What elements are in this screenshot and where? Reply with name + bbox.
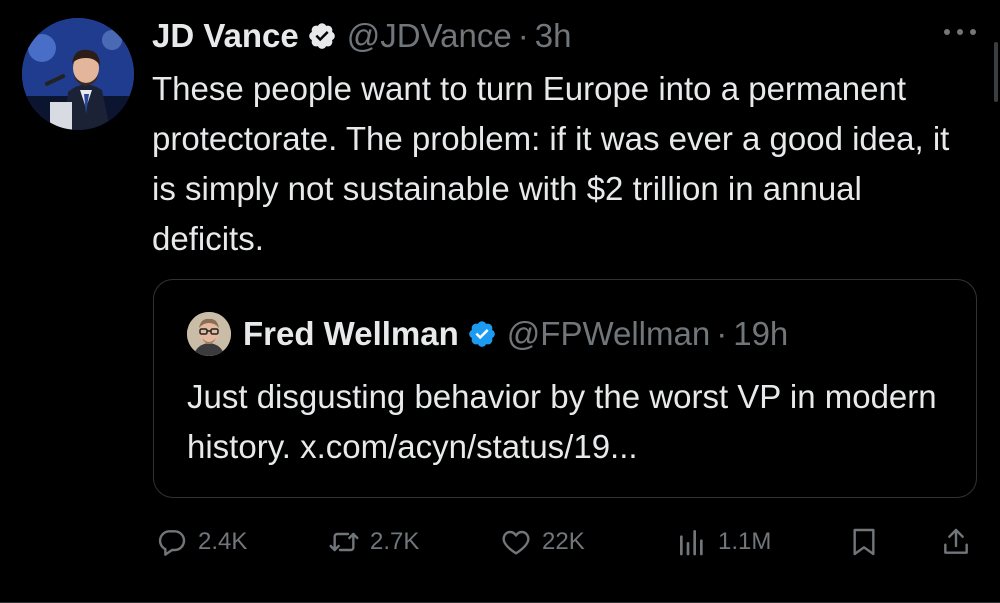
author-avatar[interactable] [22, 18, 134, 130]
bookmark-button[interactable] [848, 520, 890, 564]
heart-icon [502, 530, 530, 555]
reply-button[interactable]: 2.4K [156, 520, 247, 564]
bookmark-icon [853, 528, 875, 556]
quoted-author-handle[interactable]: @FPWellman [507, 315, 710, 353]
share-button[interactable] [940, 520, 982, 564]
more-options-icon[interactable] [944, 28, 976, 36]
quoted-post-header: Fred Wellman @FPWellman · 19h [187, 310, 788, 358]
reply-icon [158, 530, 186, 556]
reply-count: 2.4K [198, 528, 248, 555]
views-count: 1.1M [718, 528, 772, 555]
repost-count: 2.7K [370, 528, 420, 555]
post-header: JD Vance @JDVance · 3h [152, 14, 980, 58]
avatar-photo [22, 18, 134, 130]
quoted-avatar-photo [187, 312, 231, 356]
share-icon [944, 528, 968, 554]
verified-badge-icon [307, 21, 337, 51]
quoted-post-text: Just disgusting behavior by the worst VP… [187, 378, 937, 465]
quoted-author-avatar[interactable] [187, 312, 231, 356]
quoted-post-card[interactable]: Fred Wellman @FPWellman · 19h Just disgu… [153, 279, 977, 498]
quoted-post-timestamp[interactable]: 19h [733, 315, 788, 353]
separator-dot: · [517, 17, 529, 54]
views-icon [680, 530, 703, 556]
repost-icon [329, 532, 359, 552]
quoted-author-name[interactable]: Fred Wellman [243, 315, 459, 353]
scrollbar-thumb[interactable] [994, 42, 998, 102]
post-text: These people want to turn Europe into a … [152, 70, 950, 257]
author-handle[interactable]: @JDVance [347, 17, 512, 55]
repost-button[interactable]: 2.7K [328, 520, 419, 564]
post-timestamp[interactable]: 3h [535, 17, 572, 55]
action-bar: 2.4K 2.7K 22K 1.1M [156, 520, 980, 564]
like-button[interactable]: 22K [500, 520, 585, 564]
author-name[interactable]: JD Vance [152, 17, 299, 55]
separator-dot: · [716, 315, 728, 352]
like-count: 22K [542, 528, 585, 555]
scrollbar[interactable] [992, 0, 1000, 110]
views-button[interactable]: 1.1M [676, 520, 771, 564]
verified-badge-icon [467, 319, 497, 349]
